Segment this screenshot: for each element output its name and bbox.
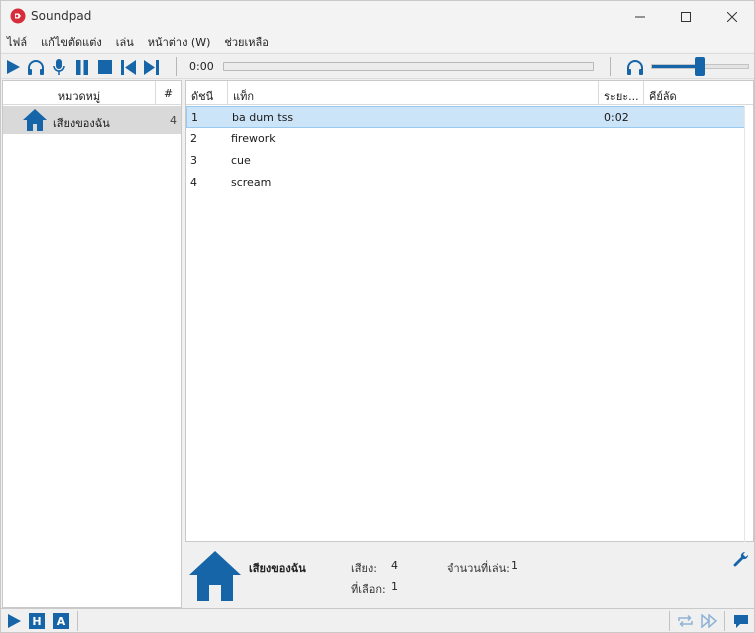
autotag-toggle-button[interactable]: A — [52, 612, 70, 630]
play-next-toggle-button[interactable] — [700, 612, 718, 630]
column-header-index[interactable]: ดัชนี — [186, 81, 227, 105]
menu-help[interactable]: ช่วยเหลือ — [224, 33, 268, 51]
headphones-icon — [627, 59, 643, 75]
column-header-hotkey[interactable]: คีย์ลัด — [643, 81, 753, 105]
repeat-icon — [677, 614, 693, 628]
microphone-icon — [53, 59, 65, 75]
skip-next-icon — [143, 59, 159, 75]
play-icon — [7, 60, 20, 74]
minimize-button[interactable] — [617, 1, 663, 32]
info-selected-label: ที่เลือก: — [351, 583, 386, 596]
table-row[interactable]: 2 firework — [186, 128, 745, 150]
title-bar: Soundpad — [1, 1, 754, 32]
info-sounds-label: เสียง: — [351, 562, 377, 575]
info-sounds-value: 4 — [391, 559, 398, 572]
close-button[interactable] — [709, 1, 755, 32]
table-row[interactable]: 3 cue — [186, 150, 745, 172]
info-played-value: 1 — [511, 559, 518, 572]
seek-bar[interactable] — [223, 62, 594, 71]
column-header-tag[interactable]: แท็ก — [227, 81, 598, 105]
menu-bar: ไฟล์ แก้ไขตัดแต่ง เล่น หน้าต่าง (W) ช่วย… — [1, 32, 754, 52]
status-separator — [77, 611, 78, 631]
letter-a-icon: A — [53, 613, 69, 629]
menu-file[interactable]: ไฟล์ — [7, 33, 27, 51]
playback-time: 0:00 — [189, 60, 214, 73]
skip-previous-icon — [120, 59, 136, 75]
menu-edit[interactable]: แก้ไขตัดแต่ง — [41, 33, 102, 51]
column-header-duration[interactable]: ระยะ... — [598, 81, 643, 105]
hotkey-h-icon: H — [29, 613, 45, 629]
status-bar: H A — [1, 608, 754, 632]
pause-icon — [76, 59, 88, 75]
row-index: 4 — [190, 176, 197, 189]
column-divider — [744, 106, 745, 542]
toolbar-separator — [610, 57, 611, 76]
categories-panel: หมวดหมู่ # เสียงของฉัน 4 — [2, 80, 182, 608]
table-row[interactable]: 4 scream — [186, 172, 745, 194]
row-index: 3 — [190, 154, 197, 167]
play-to-headphones-button[interactable] — [26, 57, 46, 77]
category-count: 4 — [170, 114, 177, 127]
row-tag: firework — [231, 132, 276, 145]
row-tag: ba dum tss — [232, 111, 294, 124]
status-play-button[interactable] — [5, 612, 23, 630]
info-category-name: เสียงของฉัน — [249, 562, 306, 575]
row-index: 2 — [190, 132, 197, 145]
table-row[interactable]: 1 ba dum tss 0:02 — [186, 106, 745, 128]
row-duration: 0:02 — [604, 111, 629, 124]
play-to-microphone-button[interactable] — [49, 57, 69, 77]
next-button[interactable] — [141, 57, 161, 77]
info-panel: เสียงของฉัน เสียง: 4 จำนวนที่เล่น: 1 ที่… — [185, 542, 754, 608]
info-played-label: จำนวนที่เล่น: — [447, 562, 510, 575]
house-icon — [189, 551, 241, 601]
soundpad-logo-icon — [10, 8, 26, 24]
row-index: 1 — [191, 111, 198, 124]
status-separator — [669, 611, 670, 631]
house-icon — [23, 109, 47, 131]
toolbar: 0:00 — [1, 53, 754, 79]
categories-header: หมวดหมู่ # — [3, 81, 181, 105]
hotkeys-toggle-button[interactable]: H — [28, 612, 46, 630]
menu-play[interactable]: เล่น — [116, 33, 134, 51]
close-icon — [727, 11, 737, 22]
info-selected-value: 1 — [391, 580, 398, 593]
minimize-icon — [635, 16, 645, 17]
speech-bubble-icon — [734, 614, 748, 628]
category-item-my-sounds[interactable]: เสียงของฉัน 4 — [3, 106, 181, 134]
play-icon — [8, 614, 21, 628]
repeat-toggle-button[interactable] — [676, 612, 694, 630]
headphones-icon — [28, 59, 44, 75]
row-tag: scream — [231, 176, 272, 189]
menu-window[interactable]: หน้าต่าง (W) — [148, 33, 211, 51]
wrench-icon[interactable] — [733, 551, 749, 567]
headphones-volume-button[interactable] — [625, 57, 645, 77]
category-label: เสียงของฉัน — [53, 117, 110, 130]
play-button[interactable] — [3, 57, 23, 77]
maximize-icon — [681, 11, 691, 22]
row-tag: cue — [231, 154, 251, 167]
pause-button[interactable] — [72, 57, 92, 77]
window-title: Soundpad — [31, 9, 92, 23]
column-header-category[interactable]: หมวดหมู่ — [3, 87, 155, 105]
volume-level-fill — [652, 65, 700, 68]
fast-forward-icon — [700, 614, 717, 628]
maximize-button[interactable] — [663, 1, 709, 32]
toolbar-separator — [176, 57, 177, 76]
feedback-button[interactable] — [732, 612, 750, 630]
previous-button[interactable] — [118, 57, 138, 77]
stop-icon — [98, 60, 112, 74]
stop-button[interactable] — [95, 57, 115, 77]
column-header-count[interactable]: # — [155, 81, 181, 105]
soundpad-window: Soundpad ไฟล์ แก้ไขตัดแต่ง เล่น หน้าต่าง… — [0, 0, 755, 633]
volume-slider-thumb[interactable] — [695, 57, 705, 76]
status-separator — [724, 611, 725, 631]
sound-list: ดัชนี แท็ก ระยะ... คีย์ลัด 1 ba dum tss … — [185, 80, 754, 542]
